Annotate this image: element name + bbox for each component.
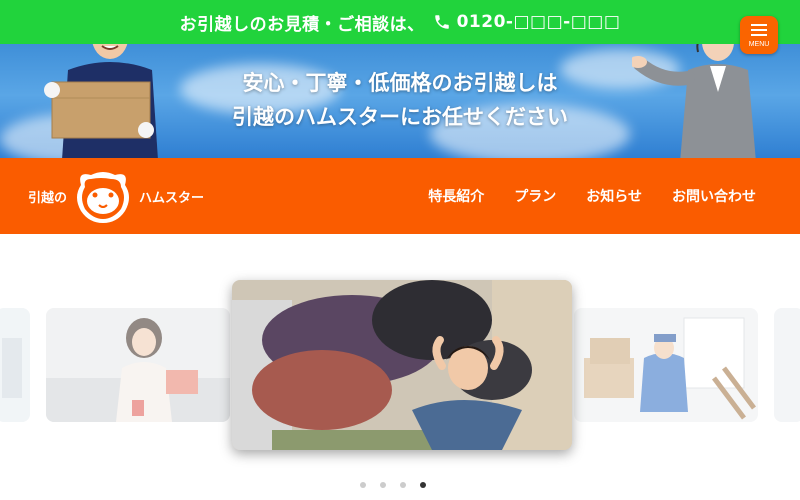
- nav-item-features[interactable]: 特長紹介: [428, 186, 484, 206]
- contact-text: お引越しのお見積・ご相談は、: [179, 14, 425, 35]
- main-navigation: 特長紹介 プラン お知らせ お問い合わせ: [428, 186, 756, 206]
- top-contact-bar: お引越しのお見積・ご相談は、 0120-□□□-□□□: [0, 0, 800, 44]
- carousel-slide[interactable]: [574, 308, 758, 422]
- operator-person-image: [632, 44, 756, 158]
- carousel-slide[interactable]: [46, 308, 230, 422]
- carousel-slide[interactable]: [0, 308, 30, 422]
- hamster-logo-icon: [77, 172, 130, 223]
- phone-icon: [434, 15, 449, 29]
- hamburger-icon: [751, 24, 767, 26]
- nav-item-plans[interactable]: プラン: [514, 186, 556, 206]
- carousel-slide[interactable]: [774, 308, 800, 422]
- site-header: 引越の ハムスター 特長紹介 プラン お知らせ お問い合わせ: [0, 158, 800, 234]
- phone-number[interactable]: 0120-□□□-□□□: [457, 12, 621, 32]
- carousel-dot[interactable]: [360, 482, 366, 488]
- carousel-pagination: [360, 482, 426, 488]
- nav-item-news[interactable]: お知らせ: [586, 186, 642, 206]
- hero-headline-line1: 安心・丁寧・低価格のお引越しは: [242, 71, 558, 95]
- menu-button[interactable]: MENU: [740, 16, 778, 54]
- logo-text-left: 引越の: [28, 190, 68, 206]
- mover-person-image: [44, 44, 158, 158]
- hero-banner: 安心・丁寧・低価格のお引越しは 引越のハムスターにお任せください: [0, 44, 800, 158]
- carousel-dot[interactable]: [400, 482, 406, 488]
- image-carousel: [0, 280, 800, 460]
- logo-text-right: ハムスター: [139, 190, 205, 206]
- carousel-dot[interactable]: [380, 482, 386, 488]
- hero-headline-line2: 引越のハムスターにお任せください: [232, 105, 568, 129]
- carousel-dot-active[interactable]: [420, 482, 426, 488]
- menu-label: MENU: [748, 40, 770, 48]
- carousel-slide-active[interactable]: [232, 280, 572, 450]
- site-logo[interactable]: 引越の ハムスター: [28, 166, 204, 226]
- nav-item-contact[interactable]: お問い合わせ: [672, 186, 756, 206]
